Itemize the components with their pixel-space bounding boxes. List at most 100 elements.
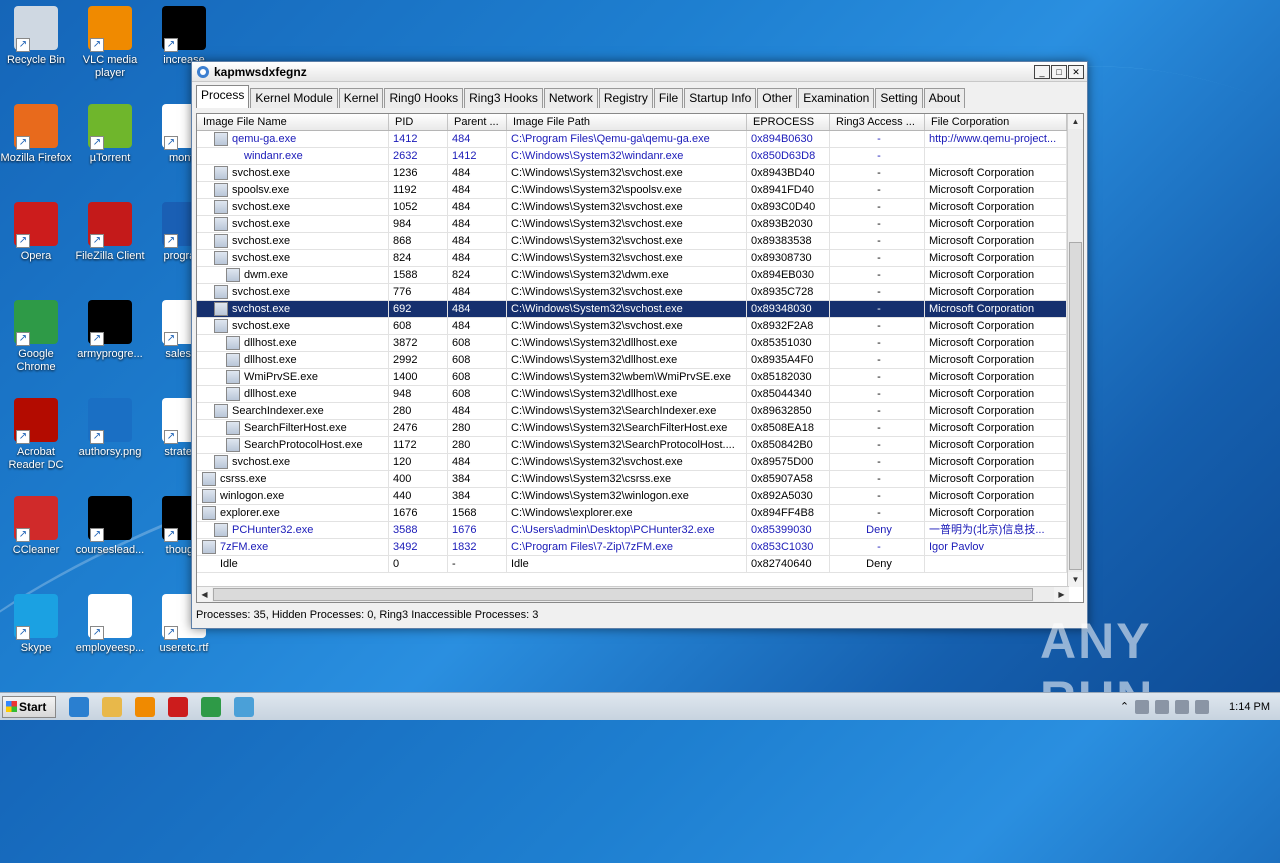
horizontal-scrollbar[interactable]: ◀ ▶ xyxy=(197,586,1069,602)
cell-pid: 2632 xyxy=(389,148,448,164)
vertical-scrollbar[interactable]: ▲ ▼ xyxy=(1067,114,1083,587)
table-row[interactable]: SearchIndexer.exe 280 484 C:\Windows\System… xyxy=(197,403,1083,420)
table-row[interactable]: PCHunter32.exe 3588 1676 C:\Users\admin\Des… xyxy=(197,522,1083,539)
column-header[interactable]: Parent ... xyxy=(448,114,507,130)
desktop-icon-acrobat[interactable]: ↗ Acrobat Reader DC xyxy=(0,398,72,472)
cell-pid: 824 xyxy=(389,250,448,266)
close-button[interactable]: ✕ xyxy=(1068,64,1084,79)
table-row[interactable]: svchost.exe 120 484 C:\Windows\System32\svc… xyxy=(197,454,1083,471)
table-row[interactable]: svchost.exe 776 484 C:\Windows\System32\svc… xyxy=(197,284,1083,301)
desktop-icon-vlc[interactable]: ↗ VLC media player xyxy=(74,6,146,80)
tab-kernel-module[interactable]: Kernel Module xyxy=(250,88,338,108)
scroll-thumb[interactable] xyxy=(1069,242,1082,570)
desktop-icon-courseslead[interactable]: ↗ courseslead... xyxy=(74,496,146,557)
tab-ring0-hooks[interactable]: Ring0 Hooks xyxy=(384,88,464,108)
table-row[interactable]: svchost.exe 608 484 C:\Windows\System32\svc… xyxy=(197,318,1083,335)
desktop-icon-filezilla[interactable]: ↗ FileZilla Client xyxy=(74,202,146,263)
table-row[interactable]: svchost.exe 1236 484 C:\Windows\System32\sv… xyxy=(197,165,1083,182)
cell-ppid: 280 xyxy=(448,437,507,453)
desktop-icon-label: VLC media player xyxy=(82,54,138,79)
cell-image-name: dllhost.exe xyxy=(197,386,389,402)
clock[interactable]: 1:14 PM xyxy=(1229,701,1270,713)
scroll-right-icon[interactable]: ▶ xyxy=(1054,587,1069,602)
scroll-up-icon[interactable]: ▲ xyxy=(1068,114,1083,129)
column-header[interactable]: Image File Name xyxy=(197,114,389,130)
action-center-icon[interactable] xyxy=(1135,699,1150,714)
desktop-icon-increase[interactable]: ↗ increase xyxy=(148,6,220,67)
tab-setting[interactable]: Setting xyxy=(875,88,923,108)
table-row[interactable]: explorer.exe 1676 1568 C:\Windows\explorer.… xyxy=(197,505,1083,522)
desktop-icon-skype[interactable]: ↗ Skype xyxy=(0,594,72,655)
cell-path: C:\Windows\explorer.exe xyxy=(507,505,747,521)
table-row[interactable]: svchost.exe 984 484 C:\Windows\System32\svc… xyxy=(197,216,1083,233)
table-row[interactable]: csrss.exe 400 384 C:\Windows\System32\csrss… xyxy=(197,471,1083,488)
desktop-icon-opera[interactable]: ↗ Opera xyxy=(0,202,72,263)
desktop-icon-ccleaner[interactable]: ↗ CCleaner xyxy=(0,496,72,557)
scroll-left-icon[interactable]: ◀ xyxy=(197,587,212,602)
taskbar-chrome-icon[interactable] xyxy=(201,696,221,717)
desktop-icon-firefox[interactable]: ↗ Mozilla Firefox xyxy=(0,104,72,165)
scroll-thumb-h[interactable] xyxy=(213,588,1033,601)
process-name: svchost.exe xyxy=(232,235,291,247)
cell-image-name: explorer.exe xyxy=(197,505,389,521)
scroll-down-icon[interactable]: ▼ xyxy=(1068,572,1083,587)
table-row[interactable]: dwm.exe 1588 824 C:\Windows\System32\dwm.ex… xyxy=(197,267,1083,284)
table-row[interactable]: winlogon.exe 440 384 C:\Windows\System32\wi… xyxy=(197,488,1083,505)
column-header[interactable]: Image File Path xyxy=(507,114,747,130)
power-icon[interactable] xyxy=(1175,699,1190,714)
tab-about[interactable]: About xyxy=(923,88,966,108)
start-button[interactable]: Start xyxy=(2,695,56,718)
desktop-icon-employeesp[interactable]: ↗ employeesp... xyxy=(74,594,146,655)
tab-process[interactable]: Process xyxy=(196,85,250,108)
desktop-icon-recycle-bin[interactable]: ↗ Recycle Bin xyxy=(0,6,72,67)
column-header[interactable]: Ring3 Access ... xyxy=(830,114,925,130)
desktop-icon-utorrent[interactable]: ↗ µTorrent xyxy=(74,104,146,165)
table-row[interactable]: svchost.exe 1052 484 C:\Windows\System32\sv… xyxy=(197,199,1083,216)
tab-registry[interactable]: Registry xyxy=(598,88,653,108)
minimize-button[interactable]: _ xyxy=(1034,64,1050,79)
tab-examination[interactable]: Examination xyxy=(798,88,875,108)
cell-ppid: 484 xyxy=(448,454,507,470)
taskbar-ie-icon[interactable] xyxy=(69,696,89,717)
tab-network[interactable]: Network xyxy=(543,88,598,108)
column-header[interactable]: PID xyxy=(389,114,448,130)
cell-ring3: - xyxy=(830,148,925,164)
cell-corp: Microsoft Corporation xyxy=(925,199,1067,215)
tab-startup-info[interactable]: Startup Info xyxy=(684,88,757,108)
table-row[interactable]: 7zFM.exe 3492 1832 C:\Program Files\7-Zip\7… xyxy=(197,539,1083,556)
table-row[interactable]: windanr.exe 2632 1412 C:\Windows\System32\w… xyxy=(197,148,1083,165)
desktop-icon-armyprogre[interactable]: ↗ armyprogre... xyxy=(74,300,146,361)
taskbar-media-player-icon[interactable] xyxy=(135,696,155,717)
tab-other[interactable]: Other xyxy=(757,88,798,108)
tab-file[interactable]: File xyxy=(653,88,684,108)
network-icon[interactable] xyxy=(1155,699,1170,714)
table-row[interactable]: svchost.exe 824 484 C:\Windows\System32\svc… xyxy=(197,250,1083,267)
table-row[interactable]: dllhost.exe 3872 608 C:\Windows\System32\dl… xyxy=(197,335,1083,352)
cell-ring3: - xyxy=(830,403,925,419)
taskbar-opera-icon[interactable] xyxy=(168,696,188,717)
table-row[interactable]: qemu-ga.exe 1412 484 C:\Program Files\Qemu-… xyxy=(197,131,1083,148)
tab-kernel[interactable]: Kernel xyxy=(338,88,384,108)
table-row[interactable]: Idle 0- Idle 0x82740640 Deny xyxy=(197,556,1083,573)
desktop-icon-chrome[interactable]: ↗ Google Chrome xyxy=(0,300,72,374)
taskbar-pchunter-icon[interactable] xyxy=(234,696,254,717)
maximize-button[interactable]: □ xyxy=(1051,64,1067,79)
process-table: Image File Name PID Parent ... Image File P… xyxy=(196,113,1084,603)
volume-icon[interactable] xyxy=(1195,699,1210,714)
cell-ring3: - xyxy=(830,352,925,368)
column-header[interactable]: EPROCESS xyxy=(747,114,830,130)
taskbar-explorer-icon[interactable] xyxy=(102,696,122,717)
table-row[interactable]: svchost.exe 868 484 C:\Windows\System32\svc… xyxy=(197,233,1083,250)
table-row[interactable]: SearchFilterHost.exe 2476 280 C:\Windows\Sy… xyxy=(197,420,1083,437)
table-row[interactable]: spoolsv.exe 1192 484 C:\Windows\System32\sp… xyxy=(197,182,1083,199)
table-row[interactable]: dllhost.exe 948 608 C:\Windows\System32\dll… xyxy=(197,386,1083,403)
table-row[interactable]: WmiPrvSE.exe 1400 608 C:\Windows\System32\w… xyxy=(197,369,1083,386)
desktop-icon-authorsy[interactable]: ↗ authorsy.png xyxy=(74,398,146,459)
column-header[interactable]: File Corporation xyxy=(925,114,1067,130)
tab-ring3-hooks[interactable]: Ring3 Hooks xyxy=(464,88,543,108)
title-bar[interactable]: kapmwsdxfegnz _ □ ✕ xyxy=(192,62,1087,82)
table-row[interactable]: dllhost.exe 2992 608 C:\Windows\System32\dl… xyxy=(197,352,1083,369)
table-row[interactable]: SearchProtocolHost.exe 1172 280 C:\Windows\… xyxy=(197,437,1083,454)
table-row[interactable]: svchost.exe 692 484 C:\Windows\System32\svc… xyxy=(197,301,1083,318)
tray-expand-icon[interactable]: ⌃ xyxy=(1120,700,1129,713)
